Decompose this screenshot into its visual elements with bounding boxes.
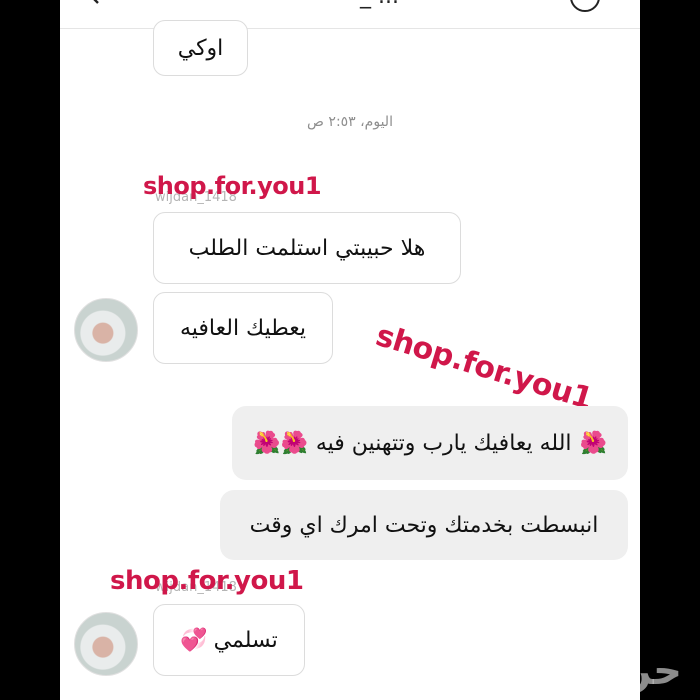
info-icon[interactable]	[570, 0, 600, 12]
flower-icon: 🌺🌺	[253, 430, 308, 456]
message-bubble-outgoing-pleasure[interactable]: انبسطت بخدمتك وتحت امرك اي وقت	[220, 490, 628, 560]
conversation-timestamp: اليوم، ٢:٥٣ ص	[307, 114, 393, 130]
message-bubble-outgoing-blessing[interactable]: 🌺 الله يعافيك يارب وتتهنين فيه 🌺🌺	[232, 406, 628, 480]
message-text: يعطيك العافيه	[179, 315, 307, 341]
message-text: انبسطت بخدمتك وتحت امرك اي وقت	[249, 512, 599, 538]
back-arrow-icon[interactable]	[88, 0, 110, 8]
watermark-text: shop.for.you1	[143, 172, 322, 200]
message-text: هلا حبيبتي استلمت الطلب	[188, 235, 426, 261]
message-text: الله يعافيك يارب وتتهنين فيه	[315, 430, 572, 456]
message-text: اوكي	[177, 35, 224, 61]
message-bubble-ok[interactable]: اوكي	[153, 20, 248, 76]
contact-avatar[interactable]	[74, 612, 138, 676]
flower-icon: 🌺	[579, 430, 607, 456]
contact-avatar[interactable]	[74, 298, 138, 362]
chat-screen: _ ... اوكي اليوم، ٢:٥٣ ص wijdan_1418 sho…	[60, 0, 640, 700]
watermark-text: shop.for.you1	[371, 317, 597, 418]
chat-header: _ ...	[60, 0, 640, 29]
chat-title[interactable]: _ ...	[360, 0, 399, 9]
site-watermark-logo: حراج	[585, 648, 682, 694]
watermark-text: shop.for.you1	[110, 566, 304, 596]
message-bubble-thanks[interactable]: يعطيك العافيه	[153, 292, 333, 364]
hearts-icon: 💞	[180, 627, 208, 653]
message-text: تسلمي	[213, 627, 278, 653]
message-bubble-bless-you[interactable]: تسلمي 💞	[153, 604, 305, 676]
message-bubble-received-order[interactable]: هلا حبيبتي استلمت الطلب	[153, 212, 461, 284]
